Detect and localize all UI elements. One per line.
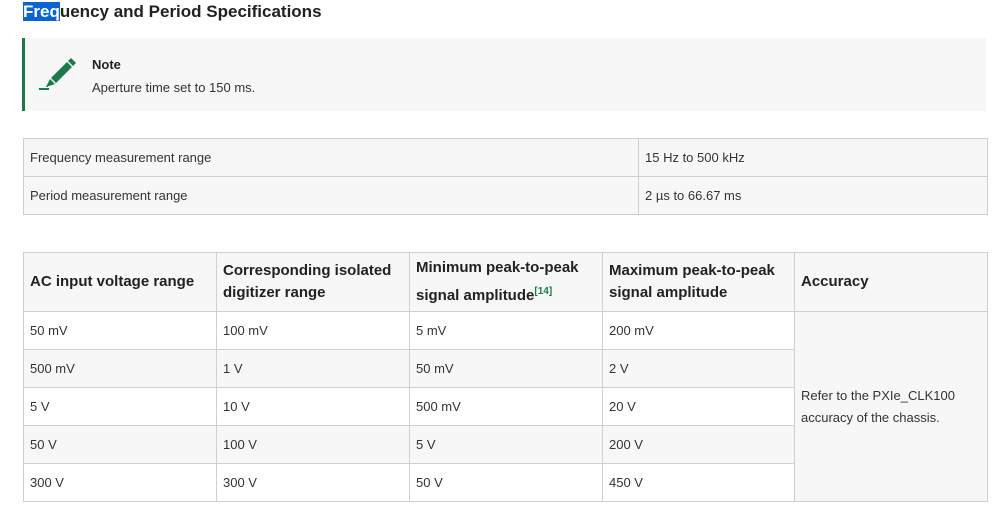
table-cell: 500 mV xyxy=(23,349,217,388)
table-cell: 100 mV xyxy=(216,311,410,350)
table-cell: 500 mV xyxy=(409,387,603,426)
row-label: Frequency measurement range xyxy=(23,138,639,177)
column-header: Accuracy xyxy=(794,252,988,312)
column-header: Minimum peak-to-peak signal amplitude[14… xyxy=(409,252,603,312)
accuracy-cell: Refer to the PXIe_CLK100 accuracy of the… xyxy=(794,311,988,502)
table-cell: 50 V xyxy=(23,425,217,464)
measurement-range-table: Frequency measurement range 15 Hz to 500… xyxy=(23,138,988,215)
row-label: Period measurement range xyxy=(23,176,639,215)
table-cell: 300 V xyxy=(23,463,217,502)
row-value: 2 µs to 66.67 ms xyxy=(638,176,988,215)
table-row: Period measurement range 2 µs to 66.67 m… xyxy=(23,176,988,215)
column-header: Corresponding isolated digitizer range xyxy=(216,252,410,312)
table-cell: 450 V xyxy=(602,463,795,502)
column-header: AC input voltage range xyxy=(23,252,217,312)
note-callout: Note Aperture time set to 150 ms. xyxy=(22,38,986,111)
table-cell: 2 V xyxy=(602,349,795,388)
table-row: Frequency measurement range 15 Hz to 500… xyxy=(23,138,988,177)
column-header: Maximum peak-to-peak signal amplitude xyxy=(602,252,795,312)
table-row: 50 mV 100 mV 5 mV 200 mV Refer to the PX… xyxy=(23,311,988,502)
selected-text: Freq xyxy=(23,2,60,21)
table-cell: 100 V xyxy=(216,425,410,464)
table-cell: 50 mV xyxy=(23,311,217,350)
page-title-rest: uency and Period Specifications xyxy=(59,2,322,21)
table-cell: 200 V xyxy=(602,425,795,464)
table-cell: 20 V xyxy=(602,387,795,426)
footnote-link[interactable]: [14] xyxy=(534,286,552,297)
table-cell: 300 V xyxy=(216,463,410,502)
table-cell: 50 V xyxy=(409,463,603,502)
pencil-icon xyxy=(39,58,76,90)
note-title: Note xyxy=(92,57,121,72)
table-cell: 200 mV xyxy=(602,311,795,350)
table-cell: 50 mV xyxy=(409,349,603,388)
table-cell: 10 V xyxy=(216,387,410,426)
amplitude-spec-table: AC input voltage range Corresponding iso… xyxy=(23,252,988,502)
table-header-row: AC input voltage range Corresponding iso… xyxy=(23,252,988,312)
table-cell: 5 mV xyxy=(409,311,603,350)
note-body: Aperture time set to 150 ms. xyxy=(92,80,256,95)
page-title: Frequency and Period Specifications xyxy=(23,1,322,23)
table-cell: 1 V xyxy=(216,349,410,388)
table-cell: 5 V xyxy=(23,387,217,426)
table-cell: 5 V xyxy=(409,425,603,464)
row-value: 15 Hz to 500 kHz xyxy=(638,138,988,177)
